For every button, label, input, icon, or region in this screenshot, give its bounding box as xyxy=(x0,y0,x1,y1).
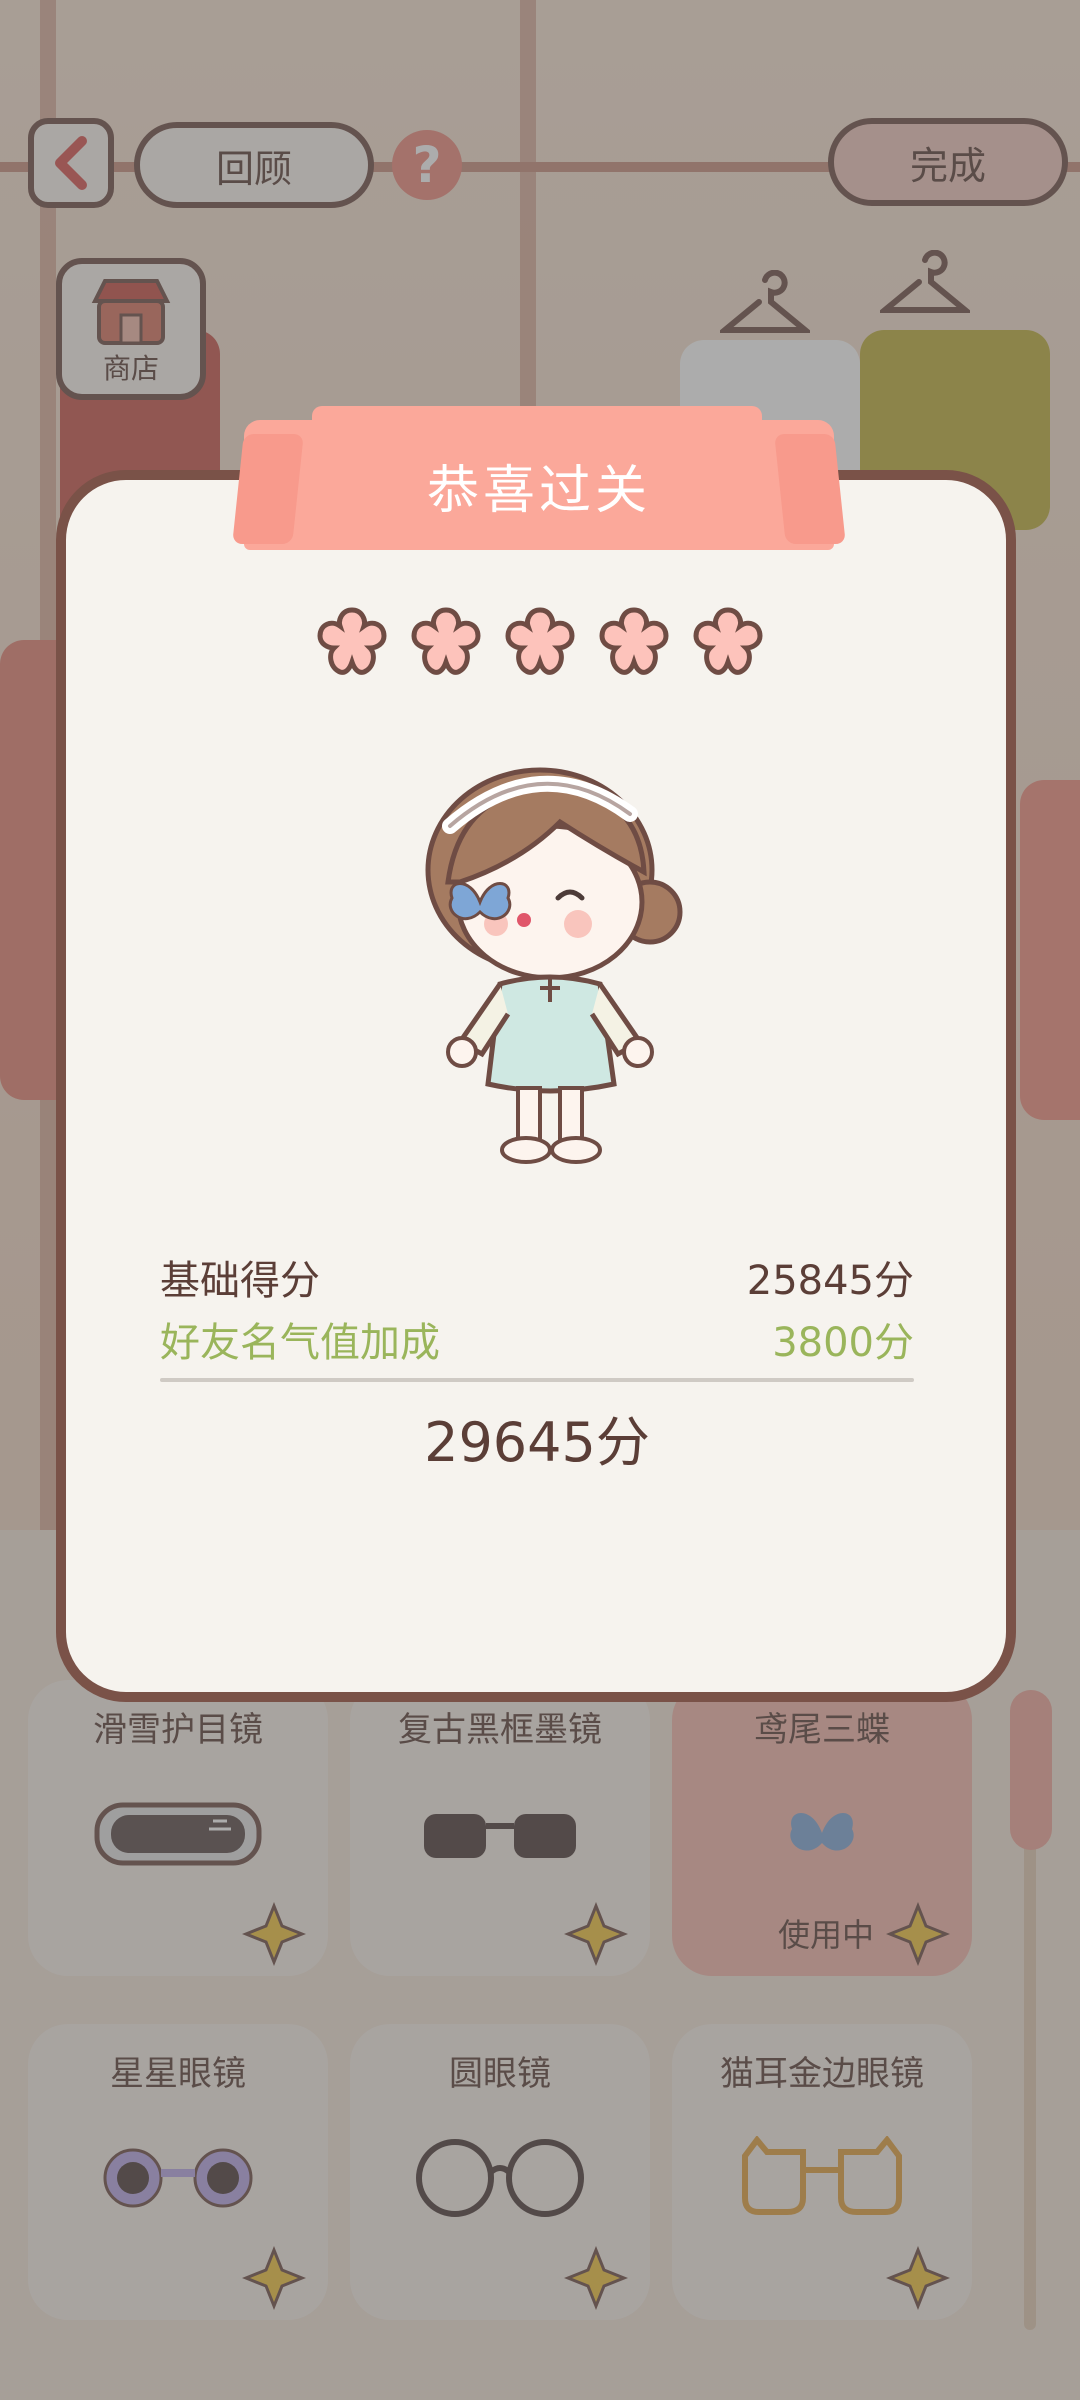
flower-star-icon xyxy=(599,607,669,675)
bonus-score-label: 好友名气值加成 xyxy=(160,1320,440,1366)
base-score-label: 基础得分 xyxy=(160,1258,320,1304)
base-score-row: 基础得分 25845分 xyxy=(160,1248,914,1306)
character-avatar xyxy=(425,767,683,1164)
title-ribbon: 恭喜过关 xyxy=(244,420,834,550)
bonus-score-row: 好友名气值加成 3800分 xyxy=(160,1310,914,1368)
flower-star-icon xyxy=(411,607,481,675)
total-score: 29645分 xyxy=(424,1411,650,1474)
score-divider xyxy=(160,1378,914,1382)
flower-star-icon xyxy=(505,607,575,675)
base-score-value: 25845分 xyxy=(746,1258,914,1304)
star-rating xyxy=(312,602,768,688)
bonus-score-value: 3800分 xyxy=(772,1320,914,1366)
flower-star-icon xyxy=(317,607,387,675)
dialog-title: 恭喜过关 xyxy=(426,460,651,521)
flower-star-icon xyxy=(693,607,763,675)
